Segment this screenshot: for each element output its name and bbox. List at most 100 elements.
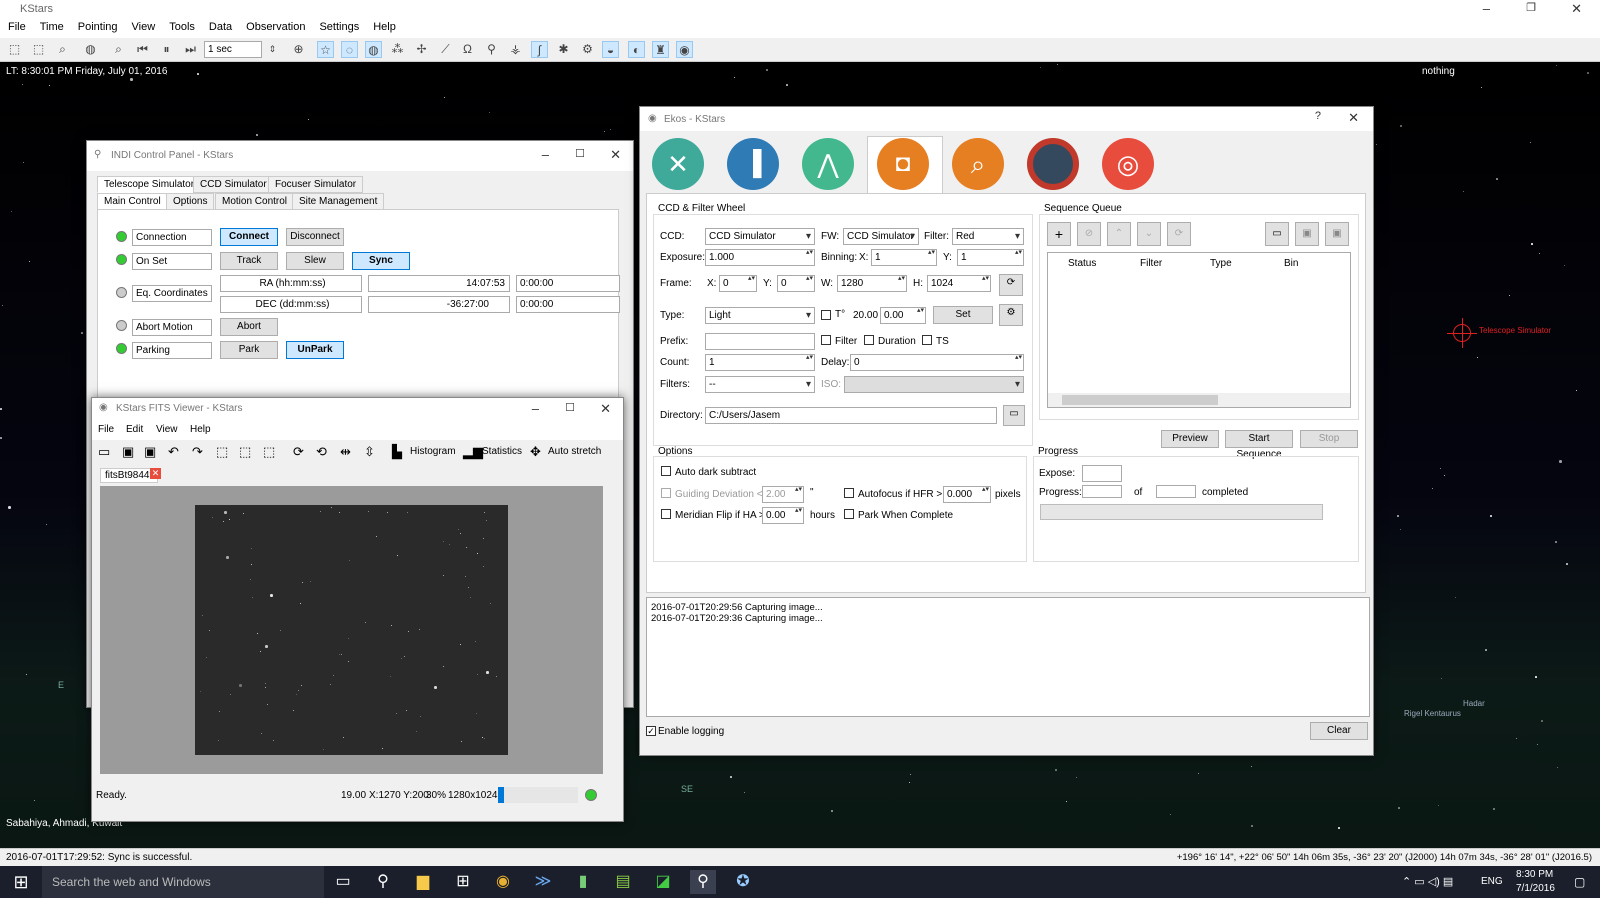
stars-icon[interactable]: ☆: [317, 41, 334, 58]
tray-date[interactable]: 7/1/2016: [1516, 883, 1555, 894]
fits-image[interactable]: [195, 505, 508, 755]
bin-x-input[interactable]: 1: [871, 249, 937, 266]
menu-data[interactable]: Data: [201, 18, 238, 33]
scrollbar-thumb[interactable]: [1062, 395, 1218, 405]
tray-language[interactable]: ENG: [1481, 876, 1503, 887]
focus-module-icon[interactable]: ⌕: [952, 138, 1004, 190]
zoom-in-icon[interactable]: ⬚: [216, 444, 228, 460]
horizontal-scrollbar[interactable]: [1048, 393, 1350, 407]
close-tab-icon[interactable]: ✕: [150, 468, 161, 479]
save-queue-as-icon[interactable]: ▣: [1325, 222, 1349, 246]
filter-checkbox[interactable]: [821, 335, 831, 345]
indi-icon[interactable]: ◉: [676, 41, 693, 58]
open-icon[interactable]: ▭: [98, 444, 110, 460]
milky-way-icon[interactable]: ∫: [531, 41, 548, 58]
enable-logging-checkbox[interactable]: ✓: [646, 726, 656, 736]
constellation-art-icon[interactable]: Ω: [459, 41, 476, 58]
task-view-icon[interactable]: ▭: [330, 870, 356, 894]
menu-view[interactable]: View: [124, 18, 162, 33]
flip-v-icon[interactable]: ⇳: [364, 444, 375, 460]
auto-stretch-button[interactable]: Auto stretch: [548, 446, 601, 457]
exposure-input[interactable]: 1.000: [705, 249, 815, 266]
frame-w-input[interactable]: 1280: [837, 275, 907, 292]
tab-main-control[interactable]: Main Control: [97, 193, 168, 210]
menu-file[interactable]: File: [0, 18, 32, 33]
menu-pointing[interactable]: Pointing: [70, 18, 124, 33]
col-filter[interactable]: Filter: [1140, 258, 1162, 269]
statistics-icon[interactable]: ▂▆: [463, 444, 483, 460]
notifications-icon[interactable]: ▢: [1574, 875, 1585, 889]
tab-motion-control[interactable]: Motion Control: [215, 193, 295, 210]
chrome-icon[interactable]: ◉: [490, 870, 516, 894]
col-bin[interactable]: Bin: [1284, 258, 1298, 269]
target-icon[interactable]: ⊕: [290, 41, 307, 58]
disconnect-button[interactable]: Disconnect: [286, 228, 344, 246]
type-select[interactable]: Light: [705, 307, 815, 324]
move-up-icon[interactable]: ⌃: [1107, 222, 1131, 246]
tab-options[interactable]: Options: [166, 193, 215, 210]
hfr-input[interactable]: 0.000: [943, 486, 991, 503]
maximize-icon[interactable]: ☐: [575, 147, 585, 160]
undo-icon[interactable]: ↶: [168, 444, 179, 460]
minimize-icon[interactable]: –: [542, 147, 549, 162]
histogram-button[interactable]: Histogram: [410, 446, 456, 457]
kstars-app-icon[interactable]: ⚲: [370, 870, 396, 894]
guide-deviation-checkbox[interactable]: [661, 488, 671, 498]
fits-canvas[interactable]: [100, 486, 603, 774]
meridian-flip-checkbox[interactable]: [661, 509, 671, 519]
zoom-icon[interactable]: ⌕: [110, 41, 127, 58]
telescope-app-icon[interactable]: ⚲: [690, 870, 716, 894]
menu-settings[interactable]: Settings: [311, 18, 365, 33]
tray-time[interactable]: 8:30 PM: [1516, 869, 1553, 880]
rotate-ccw-icon[interactable]: ⟲: [316, 444, 327, 460]
filters-select[interactable]: --: [705, 376, 815, 393]
ts-checkbox[interactable]: [922, 335, 932, 345]
start-sequence-button[interactable]: Start Sequence: [1225, 430, 1293, 460]
notepad-icon[interactable]: ▤: [610, 870, 636, 894]
col-status[interactable]: Status: [1068, 258, 1096, 269]
mount-module-icon[interactable]: ⋀: [802, 138, 854, 190]
duration-checkbox[interactable]: [864, 335, 874, 345]
slider-handle[interactable]: [498, 787, 504, 803]
capture-module-icon[interactable]: ◘: [877, 138, 929, 190]
meridian-ha-input[interactable]: 0.00: [762, 507, 804, 524]
windows-start-icon[interactable]: ⊞: [0, 866, 42, 898]
qt-icon[interactable]: ◪: [650, 870, 676, 894]
powershell-icon[interactable]: ≫: [530, 870, 556, 894]
fits-menu-view[interactable]: View: [156, 424, 178, 435]
redo-icon[interactable]: ↷: [192, 444, 203, 460]
fits-menu-help[interactable]: Help: [190, 424, 211, 435]
count-input[interactable]: 1: [705, 354, 815, 371]
delay-input[interactable]: 0: [850, 354, 1024, 371]
taskbar-search[interactable]: Search the web and Windows: [42, 866, 324, 898]
ra-input[interactable]: 0:00:00: [516, 275, 620, 292]
menu-tools[interactable]: Tools: [161, 18, 201, 33]
ekos-icon[interactable]: ♜: [652, 41, 669, 58]
fits-slider[interactable]: [498, 787, 578, 803]
tab-site-management[interactable]: Site Management: [292, 193, 385, 210]
tray-icons[interactable]: ⌃ ▭ ◁) ▤: [1402, 875, 1453, 888]
statistics-button[interactable]: Statistics: [482, 446, 522, 457]
tab-ccd-simulator[interactable]: CCD Simulator: [193, 176, 274, 193]
globe-icon[interactable]: ◍: [82, 41, 99, 58]
park-complete-checkbox[interactable]: [844, 509, 854, 519]
browse-directory-icon[interactable]: ▭: [1003, 405, 1025, 426]
planets-icon[interactable]: ◍: [365, 41, 382, 58]
fw-select[interactable]: CCD Simulator: [843, 228, 919, 245]
dec-input[interactable]: 0:00:00: [516, 296, 620, 313]
frame-y-input[interactable]: 0: [777, 275, 815, 292]
filter-select[interactable]: Red: [952, 228, 1024, 245]
guide-deviation-input[interactable]: 2.00: [762, 486, 804, 503]
abort-button[interactable]: Abort: [220, 318, 278, 336]
reset-frame-icon[interactable]: ⟳: [999, 274, 1023, 296]
col-type[interactable]: Type: [1210, 258, 1232, 269]
hips-icon[interactable]: ◐: [628, 41, 645, 58]
comets-icon[interactable]: ⁂: [389, 41, 406, 58]
menu-help[interactable]: Help: [365, 18, 402, 33]
move-down-icon[interactable]: ⌄: [1137, 222, 1161, 246]
temperature-input[interactable]: 0.00: [880, 307, 926, 324]
auto-dark-checkbox[interactable]: [661, 466, 671, 476]
stop-button[interactable]: Stop: [1300, 430, 1358, 448]
minimize-icon[interactable]: –: [532, 401, 539, 416]
zoom-out-icon[interactable]: ⬚: [239, 444, 251, 460]
